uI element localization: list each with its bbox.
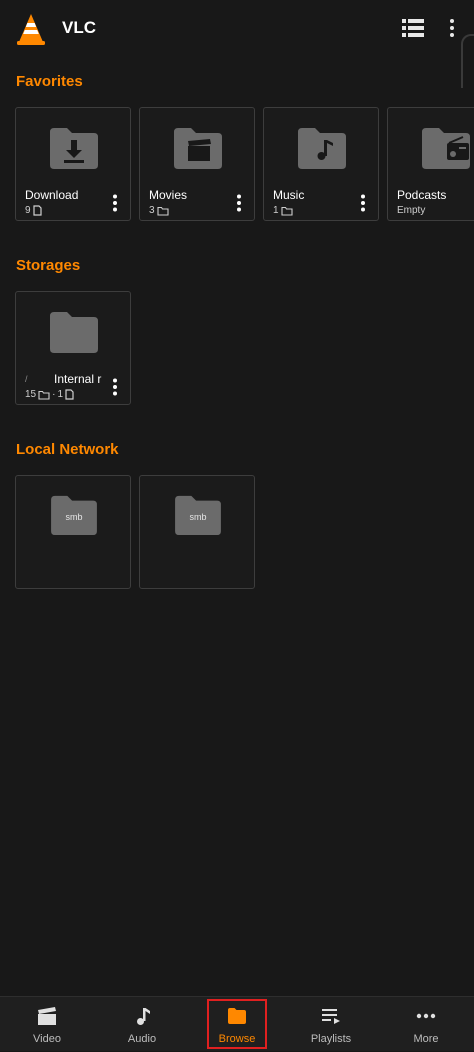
vlc-cone-icon: [17, 14, 45, 45]
more-horizontal-icon: [416, 1013, 436, 1019]
card-count: 15 · 1: [25, 389, 74, 400]
network-card-smb-1[interactable]: smb: [15, 475, 131, 589]
card-count: 1: [273, 205, 293, 216]
more-vertical-icon[interactable]: [112, 378, 118, 396]
nav-audio[interactable]: Audio: [95, 997, 189, 1052]
local-network-title: Local Network: [16, 441, 119, 458]
folder-icon: [38, 390, 50, 400]
card-count: 9: [25, 205, 42, 216]
movies-folder-icon: [174, 128, 222, 169]
card-title: Download: [25, 188, 79, 202]
download-folder-icon: [50, 128, 98, 169]
storage-card-internal[interactable]: / Internal r 15 · 1: [15, 291, 131, 405]
favorite-card-podcasts[interactable]: Podcasts Empty: [387, 107, 474, 221]
active-tab-highlight: [207, 999, 267, 1049]
folder-icon: [281, 206, 293, 216]
card-count: Empty: [397, 205, 426, 216]
smb-label: smb: [189, 512, 207, 522]
music-folder-icon: [298, 128, 346, 169]
storages-title: Storages: [16, 257, 81, 274]
file-icon: [32, 205, 42, 216]
favorite-card-download[interactable]: Download 9: [15, 107, 131, 221]
favorites-title: Favorites: [16, 73, 83, 90]
more-vertical-icon[interactable]: [112, 194, 118, 212]
network-card-smb-2[interactable]: smb: [139, 475, 255, 589]
favorite-card-movies[interactable]: Movies 3: [139, 107, 255, 221]
nav-more[interactable]: More: [379, 997, 473, 1052]
nav-label: Audio: [127, 1033, 157, 1045]
card-title: Movies: [149, 188, 188, 202]
overflow-menu-icon[interactable]: [444, 16, 460, 40]
smb-label: smb: [65, 512, 83, 522]
edge-panel-handle: [461, 34, 474, 88]
card-title: Music: [273, 188, 305, 202]
more-vertical-icon[interactable]: [236, 194, 242, 212]
music-note-icon: [137, 1008, 150, 1025]
card-count: 3: [149, 205, 169, 216]
nav-label: Playlists: [310, 1033, 352, 1045]
folder-icon: [157, 206, 169, 216]
nav-label: Video: [33, 1033, 61, 1045]
card-title: Podcasts: [397, 188, 447, 202]
app-title: VLC: [62, 18, 96, 37]
list-view-icon[interactable]: [402, 18, 424, 38]
more-vertical-icon[interactable]: [360, 194, 366, 212]
file-icon: [65, 389, 74, 400]
clapperboard-icon: [38, 1007, 56, 1025]
radio-folder-icon: [422, 128, 470, 169]
app-bar: VLC: [0, 0, 474, 56]
storage-path-prefix: /: [25, 374, 28, 384]
card-title: Internal r: [54, 372, 102, 386]
playlist-icon: [322, 1009, 340, 1024]
nav-label: More: [413, 1033, 439, 1045]
favorite-card-music[interactable]: Music 1: [263, 107, 379, 221]
nav-playlists[interactable]: Playlists: [284, 997, 378, 1052]
folder-icon: [50, 312, 98, 353]
nav-video[interactable]: Video: [0, 997, 94, 1052]
